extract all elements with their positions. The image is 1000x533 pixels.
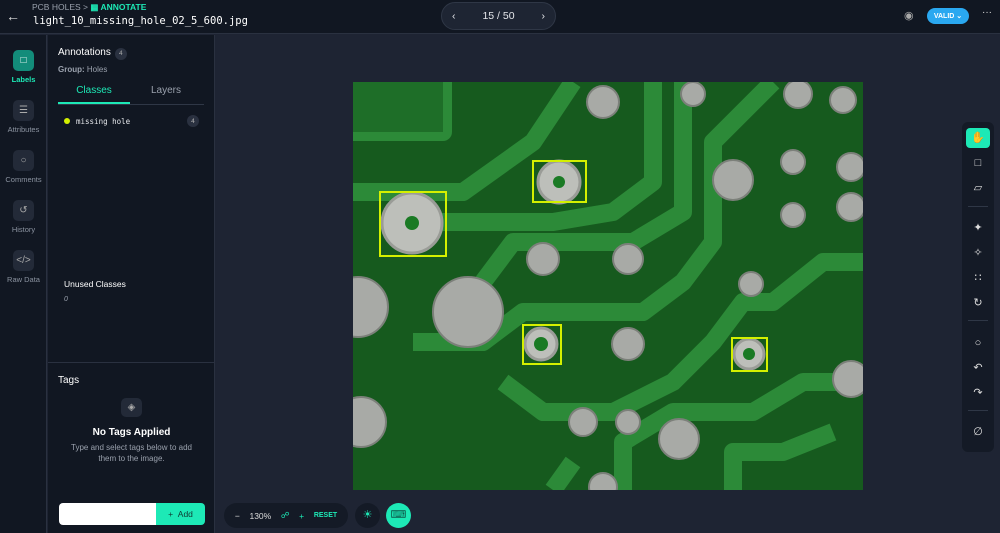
keypoint-tool-icon[interactable]: ∷ [966,268,990,288]
unused-classes-count: 0 [64,296,68,303]
back-arrow-icon[interactable]: ← [6,8,20,24]
page-indicator: 15 / 50 [482,10,515,22]
next-image-button[interactable]: › [542,10,546,22]
annotation-count: 4 [114,48,127,60]
no-tags-description: Type and select tags below to add them t… [71,443,192,463]
divider [968,206,988,207]
status-dropdown[interactable]: VALID ⌄ [927,8,969,24]
pcb-image [327,75,870,502]
unused-classes-title: Unused Classes [64,279,126,289]
annotations-panel: Annotations 4 Group: Holes Classes Layers… [48,35,215,533]
tag-input[interactable] [59,503,157,525]
reset-zoom-button[interactable]: RESET [314,512,337,519]
rail-labels[interactable]: □ Labels [0,50,47,84]
null-annotation-icon[interactable]: ∅ [966,422,990,442]
file-name: light_10_missing_hole_02_5_600.jpg [33,15,248,27]
redo-icon[interactable]: ↷ [966,383,990,403]
rail-history[interactable]: ↺ History [0,200,47,234]
breadcrumb-separator: > [83,2,88,12]
label-icon: □ [13,50,34,71]
comment-icon: ○ [13,150,34,171]
polygon-tool-icon[interactable]: ▱ [966,178,990,198]
zoom-in-button[interactable]: + [299,511,304,521]
pan-hand-icon[interactable]: ✋ [966,128,990,148]
breadcrumb: PCB HOLES > ▦ ANNOTATE [32,2,146,13]
lock-icon[interactable]: ☍ [281,510,290,521]
brightness-icon[interactable]: ☀ [355,503,380,528]
comment-tool-icon[interactable]: ○ [966,333,990,353]
tags-title: Tags [58,375,80,386]
annotations-title: Annotations 4 [58,47,127,60]
class-item[interactable]: missing hole 4 [64,115,199,127]
tag-icon: ◈ [121,398,142,417]
bounding-box-missing-hole[interactable] [532,160,587,203]
prev-image-button[interactable]: ‹ [452,10,456,22]
bounding-box-missing-hole[interactable] [522,324,562,365]
divider [48,362,215,363]
breadcrumb-project[interactable]: PCB HOLES [32,2,81,12]
divider [968,320,988,321]
top-bar: ← PCB HOLES > ▦ ANNOTATE light_10_missin… [0,0,1000,34]
left-rail: □ Labels ☰ Attributes ○ Comments ↺ History <… [0,35,47,533]
rail-attributes[interactable]: ☰ Attributes [0,100,47,134]
zoom-level: 130% [249,510,272,521]
history-icon: ↺ [13,200,34,221]
zoom-out-button[interactable]: − [235,511,240,521]
no-tags-title: No Tags Applied [92,427,171,438]
hide-annotations-icon[interactable]: ◉ [904,9,914,22]
tab-classes[interactable]: Classes [58,85,130,104]
list-icon: ☰ [13,100,34,121]
zoom-controls: − 130% ☍ + RESET [224,503,348,528]
breadcrumb-annotate: ▦ ANNOTATE [90,2,147,12]
divider [968,410,988,411]
repeat-icon[interactable]: ↻ [966,293,990,313]
bounding-box-missing-hole[interactable] [379,191,447,257]
undo-icon[interactable]: ↶ [966,358,990,378]
smart-select-icon[interactable]: ✦ [966,218,990,238]
image-pager: ‹ 15 / 50 › [441,2,556,30]
magic-wand-icon[interactable]: ✧ [966,243,990,263]
keyboard-icon[interactable]: ⌨ [386,503,411,528]
tab-layers[interactable]: Layers [130,85,202,104]
group-label: Group: Holes [58,65,108,74]
rail-raw-data[interactable]: </> Raw Data [0,250,47,284]
bounding-box-tool-icon[interactable]: □ [966,153,990,173]
add-tag-button[interactable]: + Add [156,503,205,525]
rail-comments[interactable]: ○ Comments [0,150,47,184]
code-icon: </> [13,250,34,271]
panel-tabs: Classes Layers [58,85,204,105]
more-icon[interactable]: ··· [982,7,992,18]
class-color-dot [64,118,70,124]
tool-bar: ✋ □ ▱ ✦ ✧ ∷ ↻ ○ ↶ ↷ ∅ [962,122,994,452]
image-canvas[interactable] [327,75,870,502]
bounding-box-missing-hole[interactable] [731,337,768,372]
class-count: 4 [187,115,199,127]
